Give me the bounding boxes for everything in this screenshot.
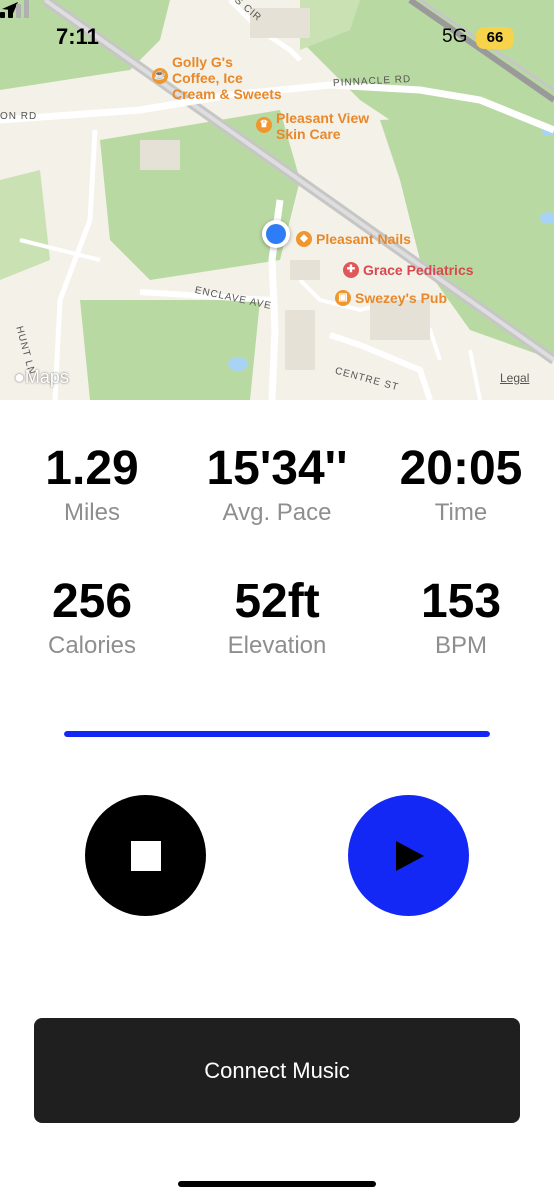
stat-value: 52ft — [234, 575, 320, 628]
stat-value: 153 — [420, 575, 502, 628]
map-view[interactable]: 7:11 5G 66 ☕ Golly G's Coffee, Ice Cream… — [0, 0, 554, 400]
stat-label: Time — [434, 499, 488, 526]
stat-label: Miles — [63, 499, 120, 526]
poi-grace-pediatrics[interactable]: ✚ Grace Pediatrics — [343, 262, 474, 278]
stat-label: Elevation — [227, 632, 327, 659]
mug-icon: ▣ — [335, 290, 351, 306]
network-type: 5G — [442, 26, 468, 47]
crown-icon: ♛ — [256, 117, 272, 133]
current-location-dot — [262, 220, 290, 248]
road-label-on-rd: ON RD — [0, 111, 38, 122]
stat-value: 1.29 — [45, 442, 139, 495]
stat-value: 15'34'' — [206, 442, 348, 495]
poi-label: Pleasant Nails — [316, 231, 411, 247]
stat-label: Calories — [47, 632, 137, 659]
stat-label: BPM — [434, 632, 487, 659]
poi-pleasant-nails[interactable]: ◆ Pleasant Nails — [296, 231, 411, 247]
poi-golly-gs[interactable]: ☕ Golly G's Coffee, Ice Cream & Sweets — [152, 54, 282, 102]
connect-music-button[interactable]: Connect Music — [34, 1018, 520, 1123]
poi-label: Golly G's Coffee, Ice Cream & Sweets — [172, 54, 282, 102]
progress-fill — [64, 731, 490, 737]
stat-elevation: 52ft Elevation — [185, 573, 369, 661]
nail-icon: ◆ — [296, 231, 312, 247]
stat-calories: 256 Calories — [0, 573, 184, 661]
coffee-icon: ☕ — [152, 68, 168, 84]
stat-time: 20:05 Time — [369, 440, 553, 528]
poi-swezeys-pub[interactable]: ▣ Swezey's Pub — [335, 290, 447, 306]
stat-label: Avg. Pace — [222, 499, 332, 526]
signal-icon — [0, 0, 29, 18]
legal-link[interactable]: Legal — [500, 371, 529, 385]
home-indicator[interactable] — [178, 1181, 376, 1187]
stethoscope-icon: ✚ — [343, 262, 359, 278]
stop-icon — [130, 840, 161, 871]
poi-label: Grace Pediatrics — [363, 262, 474, 278]
poi-pleasant-view-skin-care[interactable]: ♛ Pleasant View Skin Care — [256, 110, 369, 142]
stop-button[interactable] — [85, 795, 206, 916]
stat-value: 256 — [51, 575, 133, 628]
stat-bpm: 153 BPM — [369, 573, 553, 661]
stat-value: 20:05 — [399, 442, 523, 495]
stat-avg-pace: 15'34'' Avg. Pace — [185, 440, 369, 528]
maps-logo: ●Maps — [14, 367, 69, 387]
status-time: 7:11 — [56, 24, 99, 49]
battery-indicator: 66 — [476, 27, 514, 49]
play-icon — [395, 840, 424, 871]
workout-progress-bar — [64, 731, 490, 737]
play-button[interactable] — [348, 795, 469, 916]
poi-label: Swezey's Pub — [355, 290, 448, 306]
apple-icon: ● — [14, 367, 25, 387]
stat-miles: 1.29 Miles — [0, 440, 184, 528]
poi-label: Pleasant View Skin Care — [276, 110, 370, 142]
